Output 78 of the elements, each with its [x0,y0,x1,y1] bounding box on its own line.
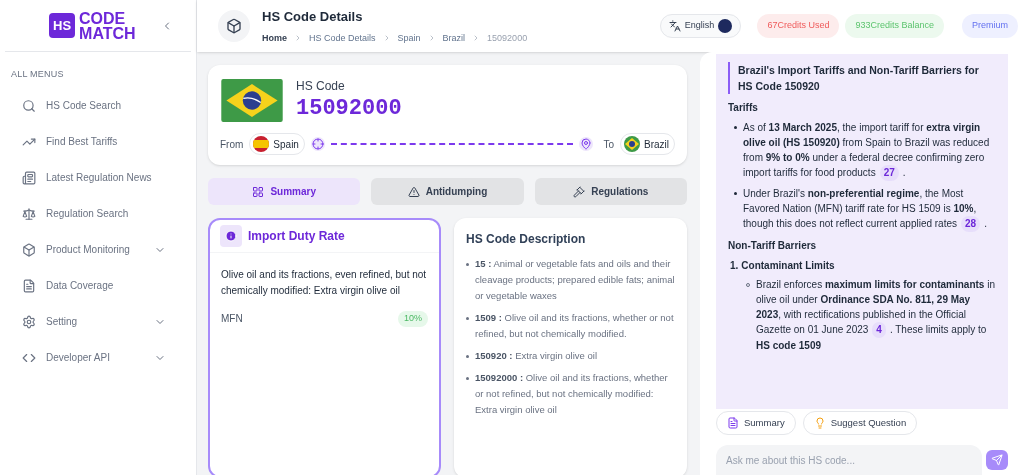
sidebar-item[interactable]: Regulation Search [22,202,166,225]
search-icon [22,98,36,113]
breadcrumb-separator-icon [294,34,302,43]
bullet-icon [466,377,469,380]
newspaper-icon [22,170,36,185]
plan-badge: Premium [962,14,1018,38]
settings-icon [22,314,36,329]
description-entry: 1509 : Olive oil and its fractions, whether or not refined, but not chemically modified. [475,311,675,341]
cube-icon [22,242,36,257]
bullet-icon [466,317,469,320]
card-title: Import Duty Rate [248,228,345,245]
section-heading: Non-Tariff Barriers [728,239,818,253]
send-icon [991,454,1003,466]
description-entry: 150920 : Extra virgin olive oil [475,349,597,363]
brazil-flag-icon [624,136,640,152]
description-entry: 15092000 : Olive oil and its fractions, whether or not refined, but not chemically modified: Extra virgin olive oil [475,371,669,417]
sidebar-item[interactable]: HS Code Search [22,94,166,117]
flag-icon [718,19,733,33]
bullet-icon [734,192,737,195]
warning-icon [407,185,420,198]
card-title: HS Code Description [466,231,587,248]
tab[interactable]: Regulations [534,178,687,205]
citation-badge[interactable]: 4 [872,322,886,338]
page-title: HS Code Details [262,8,364,26]
sidebar-item[interactable]: Data Coverage [22,274,166,297]
bullet-icon [734,126,737,129]
breadcrumb-link[interactable]: Brazil [442,31,466,45]
hs-code-value: 15092000 [296,95,402,123]
tab[interactable]: Antidumping [371,178,524,205]
sidebar-item[interactable]: Product Monitoring [22,238,166,261]
sidebar-item[interactable]: Setting [22,310,166,333]
description-entry: 15 : Animal or vegetable fats and oils and their cleavage products; prepared edible fats; animal or vegetable waxes [475,257,675,303]
brazil-flag-icon [220,78,284,122]
grid-icon [252,185,265,198]
document-icon [727,417,739,429]
citation-badge[interactable]: 28 [961,216,981,232]
spain-flag-icon [253,136,270,152]
credits-used-badge: 67Credits Used [757,14,840,38]
from-label: From [220,137,244,152]
language-selector[interactable]: English [659,14,742,38]
answer-title: Brazil's Import Tariffs and Non-Tariff Barriers for HS Code 150920 [728,62,996,94]
breadcrumb-link[interactable]: Home [262,31,287,45]
rate-name: MFN [221,312,243,327]
gavel-icon [573,185,586,198]
logo-text: CODE [79,10,127,26]
breadcrumb-link[interactable]: HS Code Details [309,31,376,45]
duty-description: Olive oil and its fractions, even refined, but not chemically modified: Extra virgin olive oil [220,268,428,298]
chat-input[interactable]: Ask me about this HS code... [716,445,982,475]
logo-mark: HS [49,12,76,39]
bullet-icon [466,263,469,266]
list-number: 1. [730,259,739,273]
breadcrumb-link[interactable]: Spain [397,31,421,45]
citation-badge[interactable]: 27 [879,165,899,181]
origin-marker-icon [310,137,325,151]
answer-paragraph: Brazil enforces maximum limits for contaminants in olive oil under Ordinance SDA No. 811, 29 May 2023, with rectifications published in the Official Gazette on 01 June 2023 4 . These limits apply to HS code 1509 [756,278,996,353]
logo-text: MATCH [79,25,136,41]
send-button[interactable] [986,450,1008,470]
cube-icon [226,18,242,34]
lightbulb-icon [813,417,826,429]
scale-icon [22,206,36,221]
list-item-title: Contaminant Limits [741,259,835,273]
tab[interactable]: Summary [208,178,361,205]
destination-marker-icon [579,137,594,151]
to-label: To [603,137,614,152]
document-icon [22,278,36,293]
translate-icon [668,20,681,32]
bullet-icon [466,355,469,358]
hs-code-label: HS Code [296,78,346,95]
rate-badge: 10% [398,311,428,327]
credits-balance-badge: 933Credits Balance [845,14,944,38]
menu-heading: ALL MENUS [10,68,64,81]
sidebar-item[interactable]: Developer API [22,346,166,369]
answer-paragraph: As of 13 March 2025, the import tariff for extra virgin olive oil (HS 150920) from Spain to Brazil was reduced from 9% to 0% under a federal decree confirming zero import tariffs for food products 27 . [743,120,996,181]
answer-paragraph: Under Brazil's non-preferential regime, the Most Favored Nation (MFN) tariff rate for HS 1509 is 10%, though this does not reflect current applied rates 28 . [743,186,996,232]
section-heading: Tariffs [728,101,759,115]
info-icon [225,230,237,242]
sidebar-item[interactable]: Latest Regulation News [22,166,166,189]
sidebar-item[interactable]: Find Best Tariffs [22,130,166,153]
